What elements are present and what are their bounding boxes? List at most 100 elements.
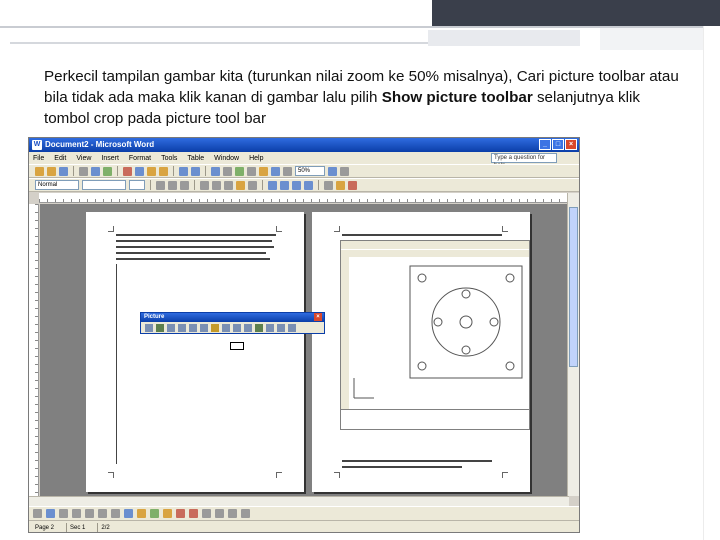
3d-icon[interactable]	[241, 509, 250, 518]
textbox-icon[interactable]	[124, 509, 133, 518]
rectangle-icon[interactable]	[98, 509, 107, 518]
font-color-icon[interactable]	[348, 180, 357, 190]
compress-icon[interactable]	[244, 324, 252, 332]
line-spacing-icon[interactable]	[248, 180, 257, 190]
more-contrast-icon[interactable]	[167, 324, 175, 332]
draw-font-color-icon[interactable]	[189, 509, 198, 518]
cad-drawing	[353, 265, 523, 399]
menu-window[interactable]: Window	[214, 155, 239, 162]
menu-format[interactable]: Format	[129, 155, 151, 162]
close-icon[interactable]: ×	[565, 139, 577, 150]
show-hide-icon[interactable]	[283, 166, 292, 176]
slide-right-edge	[703, 26, 720, 540]
drawing-icon[interactable]	[259, 166, 268, 176]
menu-insert[interactable]: Insert	[101, 155, 119, 162]
spelling-icon[interactable]	[103, 166, 112, 176]
read-icon[interactable]	[340, 166, 349, 176]
vertical-scrollbar[interactable]	[567, 193, 579, 496]
help-search-input[interactable]: Type a question for help	[491, 153, 557, 169]
highlight-icon[interactable]	[336, 180, 345, 190]
picture-toolbar-close-icon[interactable]: ×	[314, 313, 322, 321]
vertical-ruler	[29, 204, 39, 496]
border-icon[interactable]	[324, 180, 333, 190]
save-icon[interactable]	[59, 166, 68, 176]
dash-style-icon[interactable]	[215, 509, 224, 518]
print-preview-icon[interactable]	[91, 166, 100, 176]
menu-help[interactable]: Help	[249, 155, 263, 162]
cad-bolt-hole	[489, 317, 499, 327]
open-icon[interactable]	[47, 166, 56, 176]
decrease-indent-icon[interactable]	[292, 180, 301, 190]
menu-file[interactable]: File	[33, 155, 44, 162]
line-style-draw-icon[interactable]	[202, 509, 211, 518]
line-style-icon[interactable]	[233, 324, 241, 332]
doc-text-line	[342, 234, 502, 236]
less-brightness-icon[interactable]	[200, 324, 208, 332]
print-icon[interactable]	[79, 166, 88, 176]
underline-icon[interactable]	[180, 180, 189, 190]
doc-map-icon[interactable]	[271, 166, 280, 176]
font-select[interactable]	[82, 180, 126, 190]
line-color-icon[interactable]	[176, 509, 185, 518]
horizontal-scrollbar[interactable]	[29, 496, 569, 506]
italic-icon[interactable]	[168, 180, 177, 190]
menu-table[interactable]: Table	[187, 155, 204, 162]
status-pages: 2/2	[97, 522, 110, 532]
text-wrapping-icon[interactable]	[255, 324, 263, 332]
draw-menu-icon[interactable]	[33, 509, 42, 518]
status-bar: Page 2 Sec 1 2/2	[29, 520, 579, 532]
scrollbar-thumb[interactable]	[569, 207, 578, 367]
zoom-select[interactable]: 50%	[295, 166, 325, 176]
font-size-select[interactable]	[129, 180, 145, 190]
crop-icon[interactable]	[211, 324, 219, 332]
rotate-icon[interactable]	[222, 324, 230, 332]
table-icon[interactable]	[223, 166, 232, 176]
less-contrast-icon[interactable]	[178, 324, 186, 332]
justify-icon[interactable]	[236, 180, 245, 190]
insert-picture-icon[interactable]	[145, 324, 153, 332]
menu-tools[interactable]: Tools	[161, 155, 177, 162]
maximize-icon[interactable]: □	[552, 139, 564, 150]
cad-plate-outline	[409, 265, 523, 379]
help-icon[interactable]	[328, 166, 337, 176]
menu-edit[interactable]: Edit	[54, 155, 66, 162]
cad-corner-hole	[505, 361, 515, 371]
autoshapes-icon[interactable]	[59, 509, 68, 518]
fill-color-icon[interactable]	[163, 509, 172, 518]
align-right-icon[interactable]	[224, 180, 233, 190]
hyperlink-icon[interactable]	[211, 166, 220, 176]
excel-icon[interactable]	[235, 166, 244, 176]
line-icon[interactable]	[72, 509, 81, 518]
color-icon[interactable]	[156, 324, 164, 332]
bold-icon[interactable]	[156, 180, 165, 190]
format-picture-icon[interactable]	[266, 324, 274, 332]
columns-icon[interactable]	[247, 166, 256, 176]
shadow-icon[interactable]	[228, 509, 237, 518]
style-select[interactable]: Normal	[35, 180, 79, 190]
clipart-icon[interactable]	[150, 509, 159, 518]
wordart-icon[interactable]	[137, 509, 146, 518]
minimize-icon[interactable]: _	[539, 139, 551, 150]
set-transparent-icon[interactable]	[277, 324, 285, 332]
undo-icon[interactable]	[179, 166, 188, 176]
select-objects-icon[interactable]	[46, 509, 55, 518]
copy-icon[interactable]	[135, 166, 144, 176]
embedded-cad-image[interactable]	[340, 240, 530, 430]
numbering-icon[interactable]	[268, 180, 277, 190]
increase-indent-icon[interactable]	[304, 180, 313, 190]
format-painter-icon[interactable]	[159, 166, 168, 176]
bullets-icon[interactable]	[280, 180, 289, 190]
cut-icon[interactable]	[123, 166, 132, 176]
reset-picture-icon[interactable]	[288, 324, 296, 332]
align-left-icon[interactable]	[200, 180, 209, 190]
arrow-icon[interactable]	[85, 509, 94, 518]
more-brightness-icon[interactable]	[189, 324, 197, 332]
paste-icon[interactable]	[147, 166, 156, 176]
doc-text-line	[116, 240, 272, 242]
oval-icon[interactable]	[111, 509, 120, 518]
redo-icon[interactable]	[191, 166, 200, 176]
menu-view[interactable]: View	[76, 155, 91, 162]
align-center-icon[interactable]	[212, 180, 221, 190]
doc-text-line	[116, 258, 270, 260]
new-doc-icon[interactable]	[35, 166, 44, 176]
